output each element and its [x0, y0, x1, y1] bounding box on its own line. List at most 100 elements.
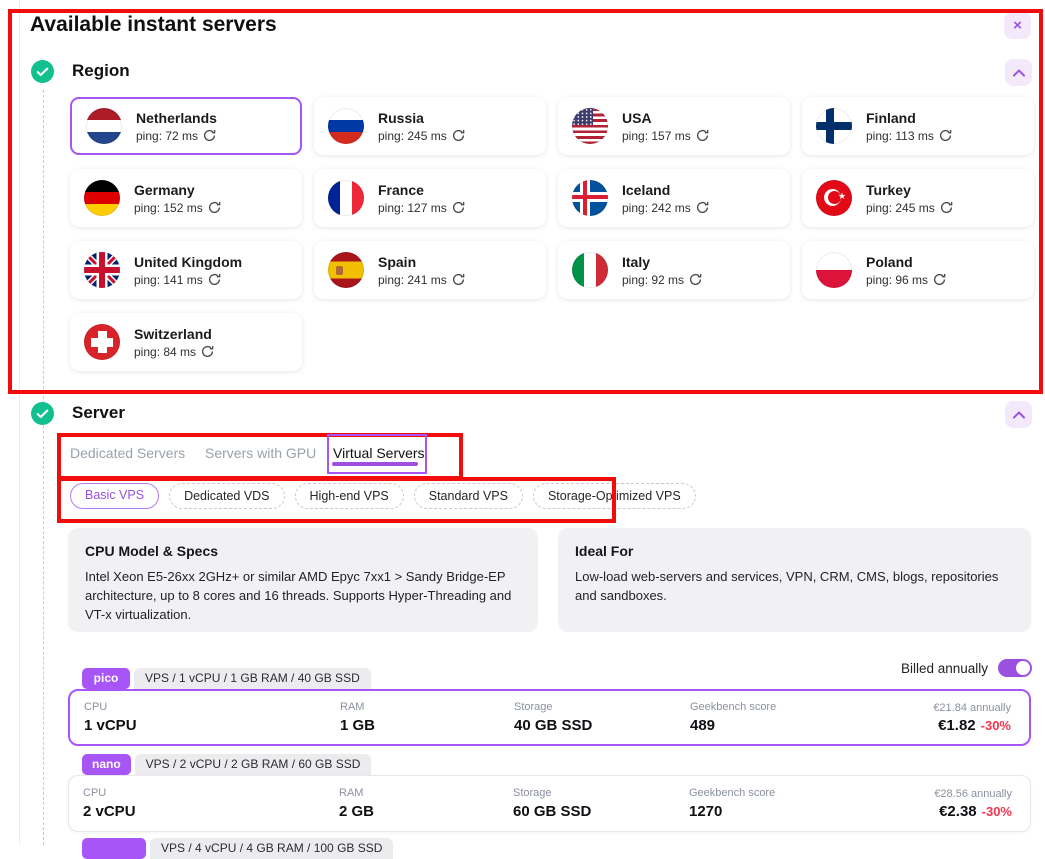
- active-tab-underline: [332, 462, 418, 466]
- monthly-price: €2.38: [939, 803, 977, 820]
- server-collapse-button[interactable]: [1005, 401, 1032, 428]
- ping-value: ping: 152 ms: [134, 201, 203, 215]
- chip-basic-vps[interactable]: Basic VPS: [70, 483, 159, 509]
- billing-control: Billed annually: [901, 659, 1032, 677]
- ping-value: ping: 84 ms: [134, 345, 196, 359]
- chip-storage-optimized-vps[interactable]: Storage-Optimized VPS: [533, 483, 696, 509]
- toggle-knob: [1016, 661, 1030, 675]
- refresh-ping-icon[interactable]: [208, 201, 221, 214]
- country-card-poland[interactable]: Poland ping: 96 ms: [802, 241, 1034, 299]
- cpu-value: 2 vCPU: [83, 803, 339, 820]
- ping-value: ping: 245 ms: [378, 129, 447, 143]
- refresh-ping-icon[interactable]: [939, 129, 952, 142]
- country-name: Turkey: [866, 182, 953, 198]
- country-card-usa[interactable]: USA ping: 157 ms: [558, 97, 790, 155]
- turkey-star-icon: ★: [838, 191, 846, 202]
- window-left-border: [19, 0, 20, 845]
- refresh-ping-icon[interactable]: [208, 273, 221, 286]
- ideal-for-body: Low-load web-servers and services, VPN, …: [575, 567, 1014, 605]
- country-name: Poland: [866, 254, 946, 270]
- plan-row-pico[interactable]: CPU 1 vCPU RAM 1 GB Storage 40 GB SSD Ge…: [68, 689, 1031, 746]
- ram-column-label: RAM: [339, 787, 513, 799]
- chip-standard-vps[interactable]: Standard VPS: [414, 483, 523, 509]
- ping-value: ping: 141 ms: [134, 273, 203, 287]
- geekbench-column-label: Geekbench score: [689, 787, 934, 799]
- country-card-finland[interactable]: Finland ping: 113 ms: [802, 97, 1034, 155]
- country-grid: Netherlands ping: 72 ms Russia ping: 245…: [70, 97, 1034, 371]
- region-collapse-button[interactable]: [1005, 59, 1032, 86]
- storage-value: 40 GB SSD: [514, 717, 690, 734]
- chevron-up-icon: [1013, 411, 1025, 419]
- close-icon: ×: [1013, 18, 1022, 33]
- close-button[interactable]: ×: [1004, 12, 1031, 39]
- poland-flag-icon: [816, 252, 852, 288]
- france-flag-icon: [328, 180, 364, 216]
- storage-column-label: Storage: [514, 701, 690, 713]
- page-title: Available instant servers: [30, 13, 277, 37]
- germany-flag-icon: [84, 180, 120, 216]
- plan-summary-badge: VPS / 1 vCPU / 1 GB RAM / 40 GB SSD: [134, 668, 371, 689]
- country-card-iceland[interactable]: Iceland ping: 242 ms: [558, 169, 790, 227]
- cpu-column-label: CPU: [83, 787, 339, 799]
- tab-servers-with-gpu[interactable]: Servers with GPU: [205, 445, 316, 461]
- country-card-united-kingdom[interactable]: United Kingdom ping: 141 ms: [70, 241, 302, 299]
- refresh-ping-icon[interactable]: [940, 201, 953, 214]
- ping-value: ping: 242 ms: [622, 201, 691, 215]
- refresh-ping-icon[interactable]: [452, 129, 465, 142]
- refresh-ping-icon[interactable]: [203, 129, 216, 142]
- cpu-specs-title: CPU Model & Specs: [85, 543, 521, 559]
- turkey-flag-icon: ★: [816, 180, 852, 216]
- country-card-spain[interactable]: Spain ping: 241 ms: [314, 241, 546, 299]
- country-card-russia[interactable]: Russia ping: 245 ms: [314, 97, 546, 155]
- refresh-ping-icon[interactable]: [696, 201, 709, 214]
- plan-name-badge: nano: [82, 754, 131, 775]
- annual-price: €21.84 annually: [933, 702, 1011, 714]
- discount-badge: -30%: [981, 718, 1011, 733]
- refresh-ping-icon[interactable]: [689, 273, 702, 286]
- refresh-ping-icon[interactable]: [452, 201, 465, 214]
- ideal-for-title: Ideal For: [575, 543, 1014, 559]
- refresh-ping-icon[interactable]: [696, 129, 709, 142]
- geekbench-value: 1270: [689, 803, 934, 820]
- country-card-turkey[interactable]: ★ Turkey ping: 245 ms: [802, 169, 1034, 227]
- plan-row-nano[interactable]: CPU 2 vCPU RAM 2 GB Storage 60 GB SSD Ge…: [68, 775, 1031, 832]
- finland-flag-icon: [816, 108, 852, 144]
- geekbench-value: 489: [690, 717, 933, 734]
- vps-type-chip-row: Basic VPS Dedicated VDS High-end VPS Sta…: [70, 483, 696, 509]
- chip-dedicated-vds[interactable]: Dedicated VDS: [169, 483, 284, 509]
- storage-value: 60 GB SSD: [513, 803, 689, 820]
- tab-dedicated-servers[interactable]: Dedicated Servers: [70, 445, 185, 461]
- country-name: Switzerland: [134, 326, 214, 342]
- chip-high-end-vps[interactable]: High-end VPS: [295, 483, 404, 509]
- refresh-ping-icon[interactable]: [452, 273, 465, 286]
- ping-value: ping: 113 ms: [866, 129, 934, 143]
- country-card-france[interactable]: France ping: 127 ms: [314, 169, 546, 227]
- storage-column-label: Storage: [513, 787, 689, 799]
- country-name: Iceland: [622, 182, 709, 198]
- cpu-column-label: CPU: [84, 701, 340, 713]
- country-card-italy[interactable]: Italy ping: 92 ms: [558, 241, 790, 299]
- ping-value: ping: 245 ms: [866, 201, 935, 215]
- tab-virtual-servers[interactable]: Virtual Servers: [333, 445, 425, 461]
- refresh-ping-icon[interactable]: [933, 273, 946, 286]
- netherlands-flag-icon: [86, 108, 122, 144]
- ping-value: ping: 127 ms: [378, 201, 447, 215]
- ping-value: ping: 92 ms: [622, 273, 684, 287]
- country-card-switzerland[interactable]: Switzerland ping: 84 ms: [70, 313, 302, 371]
- monthly-price: €1.82: [938, 717, 976, 734]
- country-card-netherlands[interactable]: Netherlands ping: 72 ms: [70, 97, 302, 155]
- plan-summary-badge: VPS / 4 vCPU / 4 GB RAM / 100 GB SSD: [150, 838, 393, 859]
- plan-badges-clipped: VPS / 4 vCPU / 4 GB RAM / 100 GB SSD: [82, 838, 393, 859]
- chevron-up-icon: [1013, 69, 1025, 77]
- russia-flag-icon: [328, 108, 364, 144]
- billed-annually-toggle[interactable]: [998, 659, 1032, 677]
- annual-price: €28.56 annually: [934, 788, 1012, 800]
- server-section-title: Server: [72, 403, 125, 423]
- country-name: Russia: [378, 110, 465, 126]
- country-name: Germany: [134, 182, 221, 198]
- usa-flag-icon: [572, 108, 608, 144]
- country-card-germany[interactable]: Germany ping: 152 ms: [70, 169, 302, 227]
- refresh-ping-icon[interactable]: [201, 345, 214, 358]
- discount-badge: -30%: [982, 804, 1012, 819]
- step-timeline-dashed-line: [43, 90, 44, 845]
